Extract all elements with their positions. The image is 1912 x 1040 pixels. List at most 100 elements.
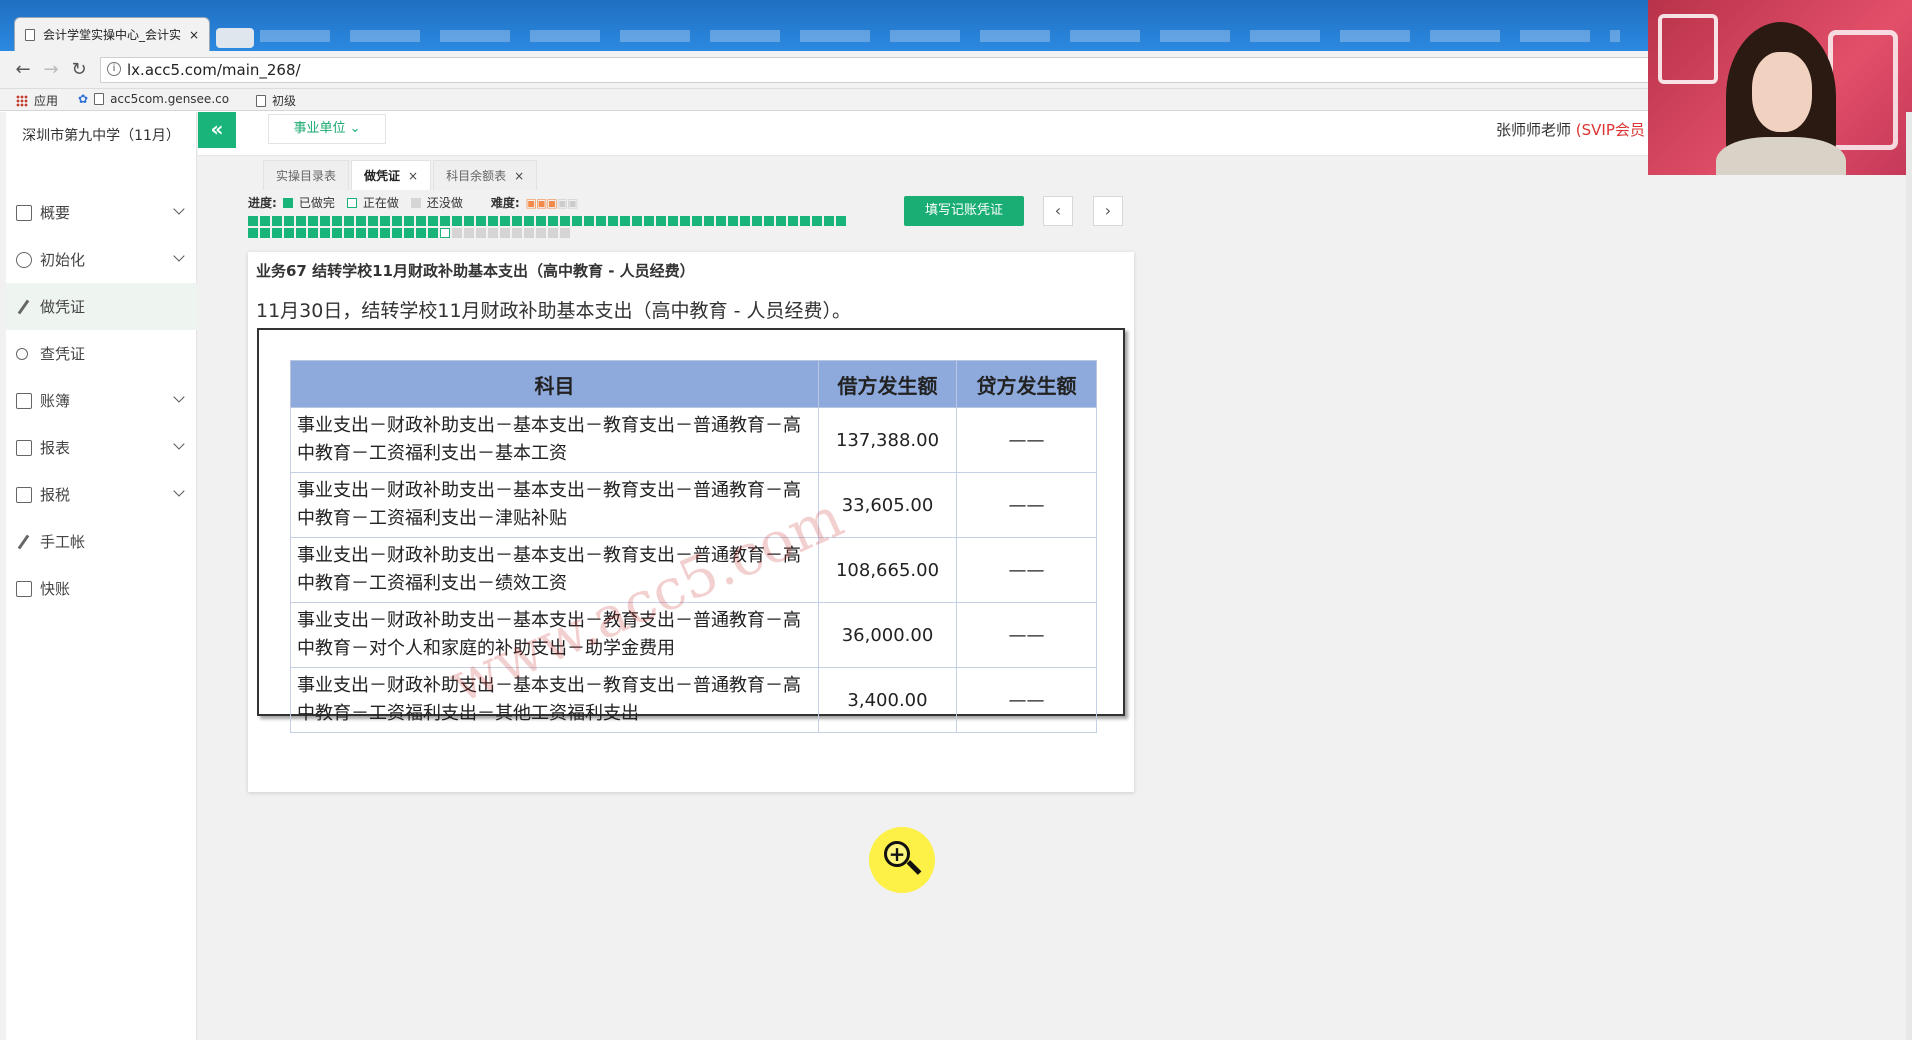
address-bar[interactable]: i lx.acc5.com/main_268/ [100, 57, 1660, 83]
progress-cell[interactable] [812, 216, 822, 226]
progress-cell[interactable] [356, 216, 366, 226]
collapse-sidebar-button[interactable]: « [198, 112, 236, 148]
back-icon[interactable]: ← [12, 59, 34, 81]
progress-cell[interactable] [248, 216, 258, 226]
progress-cell[interactable] [608, 216, 618, 226]
progress-cell[interactable] [788, 216, 798, 226]
progress-cell[interactable] [440, 216, 450, 226]
progress-cell[interactable] [824, 216, 834, 226]
sidebar-item-manual-ledger[interactable]: 手工帐 [6, 518, 197, 565]
bookmark-apps[interactable]: 应用 [16, 92, 58, 109]
progress-cell[interactable] [488, 216, 498, 226]
progress-cell[interactable] [452, 228, 462, 238]
sidebar-item-overview[interactable]: 概要 [6, 189, 197, 236]
progress-cell[interactable] [368, 216, 378, 226]
progress-cell[interactable] [344, 228, 354, 238]
progress-cell[interactable] [296, 216, 306, 226]
progress-cell[interactable] [500, 216, 510, 226]
progress-cell[interactable] [668, 216, 678, 226]
progress-cell[interactable] [752, 216, 762, 226]
progress-cell[interactable] [800, 216, 810, 226]
progress-cell[interactable] [404, 216, 414, 226]
progress-cell[interactable] [320, 216, 330, 226]
progress-cell[interactable] [548, 216, 558, 226]
progress-cell[interactable] [548, 228, 558, 238]
sidebar-item-reports[interactable]: 报表 [6, 424, 197, 471]
progress-cell[interactable] [596, 216, 606, 226]
scrollbar[interactable] [1906, 112, 1912, 1040]
progress-cell[interactable] [380, 228, 390, 238]
progress-cell[interactable] [428, 216, 438, 226]
reload-icon[interactable]: ↻ [68, 59, 90, 81]
progress-cell[interactable] [464, 216, 474, 226]
progress-cell[interactable] [284, 216, 294, 226]
progress-cell[interactable] [728, 216, 738, 226]
progress-cell[interactable] [320, 228, 330, 238]
progress-cell[interactable] [392, 228, 402, 238]
progress-cell[interactable] [392, 216, 402, 226]
sidebar-item-tax[interactable]: 报税 [6, 471, 197, 518]
sidebar-item-quick-ledger[interactable]: 快账 [6, 565, 197, 612]
bookmark-chuji[interactable]: 初级 [256, 92, 296, 109]
new-tab-button[interactable] [216, 28, 254, 48]
tab-make-voucher[interactable]: 做凭证 × [351, 160, 432, 190]
fill-voucher-button[interactable]: 填写记账凭证 [904, 196, 1024, 226]
progress-cell[interactable] [260, 228, 270, 238]
tab-practice-catalog[interactable]: 实操目录表 [263, 160, 350, 190]
close-icon[interactable]: × [189, 28, 199, 42]
info-icon[interactable]: i [107, 62, 121, 76]
progress-cell[interactable] [524, 216, 534, 226]
progress-cell[interactable] [428, 228, 438, 238]
progress-cell[interactable] [512, 216, 522, 226]
progress-cell[interactable] [536, 228, 546, 238]
progress-cell[interactable] [656, 216, 666, 226]
progress-cell[interactable] [680, 216, 690, 226]
progress-cell[interactable] [560, 216, 570, 226]
progress-cell[interactable] [344, 216, 354, 226]
progress-cell[interactable] [716, 216, 726, 226]
progress-cell[interactable] [404, 228, 414, 238]
progress-cell[interactable] [704, 216, 714, 226]
progress-cell[interactable] [524, 228, 534, 238]
progress-cell[interactable] [488, 228, 498, 238]
progress-cell[interactable] [296, 228, 306, 238]
progress-cell[interactable] [692, 216, 702, 226]
next-button[interactable]: › [1093, 196, 1123, 226]
progress-cell[interactable] [332, 216, 342, 226]
close-icon[interactable]: × [514, 161, 524, 190]
progress-cell[interactable] [248, 228, 258, 238]
progress-cell[interactable] [764, 216, 774, 226]
progress-cell[interactable] [368, 228, 378, 238]
tab-account-balance[interactable]: 科目余额表 × [433, 160, 538, 190]
progress-cell[interactable] [620, 216, 630, 226]
progress-cell[interactable] [536, 216, 546, 226]
progress-cell[interactable] [572, 216, 582, 226]
progress-cell[interactable] [512, 228, 522, 238]
progress-cell[interactable] [740, 216, 750, 226]
progress-cell[interactable] [440, 228, 450, 238]
voucher-image[interactable]: 科目 借方发生额 贷方发生额 事业支出－财政补助支出－基本支出－教育支出－普通教… [257, 328, 1125, 733]
progress-cell[interactable] [380, 216, 390, 226]
progress-cell[interactable] [308, 216, 318, 226]
progress-cell[interactable] [464, 228, 474, 238]
progress-cell[interactable] [332, 228, 342, 238]
bookmark-gensee[interactable]: ✿ acc5com.gensee.co [78, 92, 229, 106]
progress-cell[interactable] [500, 228, 510, 238]
forward-icon[interactable]: → [40, 59, 62, 81]
prev-button[interactable]: ‹ [1043, 196, 1073, 226]
progress-cell[interactable] [476, 228, 486, 238]
sidebar-item-query-voucher[interactable]: 查凭证 [6, 330, 197, 377]
sidebar-item-ledger[interactable]: 账簿 [6, 377, 197, 424]
sidebar-item-init[interactable]: 初始化 [6, 236, 197, 283]
progress-cell[interactable] [356, 228, 366, 238]
progress-cell[interactable] [644, 216, 654, 226]
progress-cell[interactable] [272, 216, 282, 226]
progress-cell[interactable] [776, 216, 786, 226]
progress-cell[interactable] [416, 216, 426, 226]
progress-cell[interactable] [416, 228, 426, 238]
progress-cell[interactable] [560, 228, 570, 238]
close-icon[interactable]: × [408, 161, 418, 190]
progress-cell[interactable] [308, 228, 318, 238]
progress-cell[interactable] [284, 228, 294, 238]
browser-tab[interactable]: 会计学堂实操中心_会计实 × [14, 17, 210, 51]
